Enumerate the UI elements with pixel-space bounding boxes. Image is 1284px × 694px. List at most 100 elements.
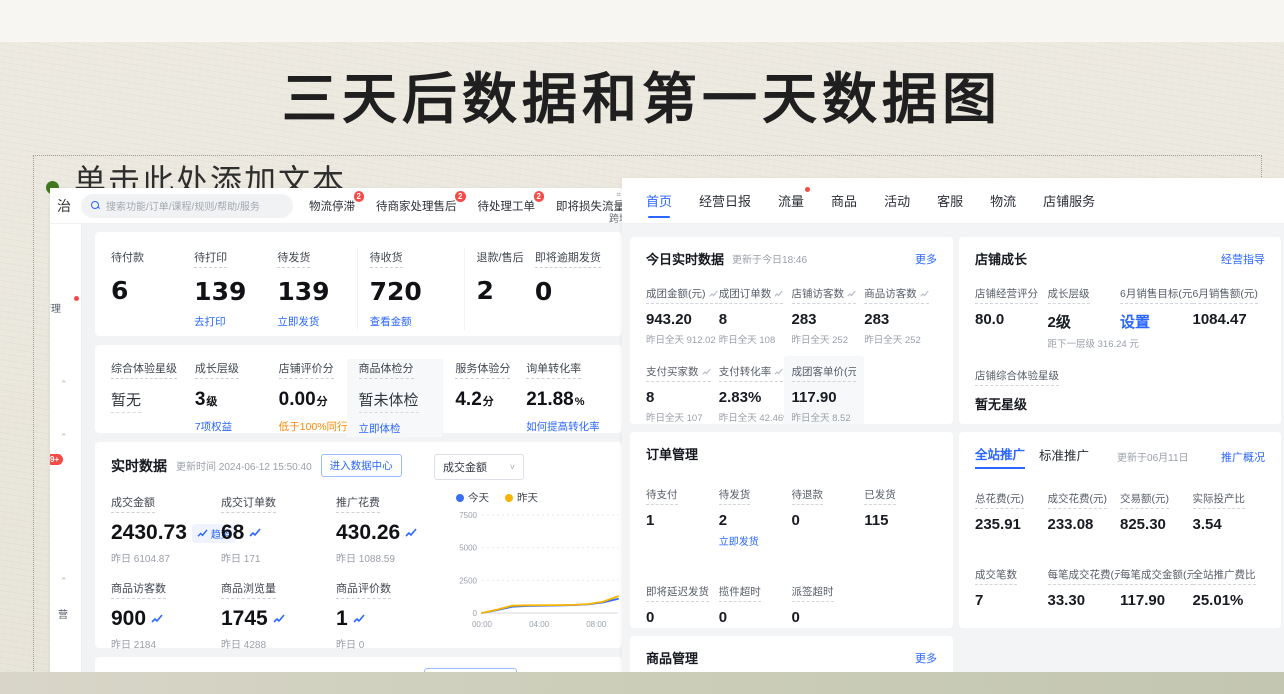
promo-amount-per-deal: 每笔成交金额(元) 117.90	[1120, 565, 1193, 609]
metric-select-dropdown[interactable]: 成交金额 ˅	[434, 454, 524, 480]
tab-products[interactable]: 商品	[831, 178, 857, 224]
sidebar-red-dot	[74, 296, 79, 301]
shop-growth-card: 店铺成长 经营指导 店铺经营评分 80.0 成长层级 2级 距下一层级 316.…	[959, 237, 1281, 424]
metric-ad-spend: 推广花费 430.26 昨日 1088.59	[336, 493, 456, 565]
metric-product-views: 商品浏览量 1745 昨日 4288	[221, 579, 336, 651]
promo-overview-link[interactable]: 推广概况	[1221, 449, 1265, 465]
trend-icon	[847, 290, 856, 298]
go-print-link[interactable]: 去打印	[194, 314, 226, 329]
tab-logistics[interactable]: 物流	[990, 178, 1016, 224]
svg-text:04:00: 04:00	[529, 620, 550, 629]
screenshot-day1-dashboard: 治 搜索功能/订单/课程/规则/帮助/服务 物流停滞2 待商家处理售后2 待处理…	[50, 188, 622, 672]
promo-618-bar: 618大促 大促报名进行中，提报商品抢流量 立即提报商品 进入大促作战室	[95, 657, 622, 672]
trend-icon	[353, 614, 365, 624]
window-corner-icon: ⌗	[616, 190, 621, 200]
view-amount-link[interactable]: 查看金额	[370, 314, 412, 329]
trend-icon	[273, 614, 285, 624]
metric-avg-order-value: 成团客单价(元) 117.90 昨日全天 8.52	[784, 356, 865, 424]
realtime-title: 实时数据	[111, 456, 167, 476]
stat-value: 139	[277, 277, 350, 306]
more-link[interactable]: 更多	[915, 650, 937, 666]
metric-product-visitors: 商品访客数 900 昨日 2184	[111, 579, 221, 651]
trend-icon	[249, 528, 261, 538]
stat-to-print: 待打印 139 去打印	[194, 248, 277, 330]
trend-icon	[920, 290, 929, 298]
stat-value: 暂无	[111, 389, 141, 413]
trend-icon	[774, 368, 783, 376]
left-top-navbar: 治 搜索功能/订单/课程/规则/帮助/服务 物流停滞2 待商家处理售后2 待处理…	[50, 188, 622, 224]
metric-shop-score: 店铺经营评分 80.0	[975, 284, 1048, 350]
promo-transaction-amount: 交易额(元) 825.30	[1120, 489, 1193, 533]
order-pickup-timeout: 揽件超时 0	[719, 582, 792, 626]
product-management-card: 商品管理 更多 在售中 已售罄 已下架	[630, 636, 953, 672]
svg-text:2500: 2500	[459, 576, 477, 585]
trend-icon	[709, 290, 718, 298]
promo-deal-count: 成交笔数 7	[975, 565, 1048, 609]
order-management-card: 订单管理 待支付 1 待发货 2 立即发货 待退款 0 已发货 115	[630, 432, 953, 628]
nav-item-pending-tickets[interactable]: 待处理工单2	[478, 198, 536, 214]
order-delivery-timeout: 派签超时 0	[792, 582, 865, 626]
tab-standard-promo[interactable]: 标准推广	[1039, 445, 1089, 468]
legend-today: 今天	[456, 490, 489, 505]
chevron-up-icon[interactable]: ⌃	[60, 432, 68, 443]
experience-stats-card: 综合体验星级 暂无 成长层级 3级 7项权益 店铺评价分 0.00分 低于100…	[95, 345, 622, 433]
legend-yesterday: 昨天	[505, 490, 538, 505]
search-input[interactable]: 搜索功能/订单/课程/规则/帮助/服务	[81, 194, 293, 218]
tab-traffic[interactable]: 流量	[778, 178, 804, 224]
screenshot-day3-dashboard: 首页 经营日报 流量 商品 活动 客服 物流 店铺服务 今日实时数据 更新于今日…	[622, 178, 1284, 672]
chevron-up-icon[interactable]: ⌃	[60, 576, 68, 587]
tab-home[interactable]: 首页	[646, 178, 672, 224]
business-guide-link[interactable]: 经营指导	[1221, 251, 1265, 267]
tab-activities[interactable]: 活动	[884, 178, 910, 224]
stat-service-score: 服务体验分 4.2分	[442, 359, 526, 437]
legend-dot-today	[456, 494, 464, 502]
sidebar-item-clipped[interactable]: 营	[58, 606, 68, 621]
promo-deal-spend: 成交花费(元) 233.08	[1048, 489, 1121, 533]
right-top-navbar: 首页 经营日报 流量 商品 活动 客服 物流 店铺服务	[622, 178, 1284, 224]
benefits-link[interactable]: 7项权益	[195, 419, 232, 434]
todo-stats-card: 待付款 6 待打印 139 去打印 待发货 139 立即发货 待收货	[95, 232, 622, 336]
tab-daily-report[interactable]: 经营日报	[699, 178, 751, 224]
data-center-button[interactable]: 进入数据中心	[321, 454, 402, 477]
svg-text:00:00: 00:00	[472, 620, 493, 629]
stat-pending-payment: 待付款 6	[111, 248, 194, 330]
slide-canvas: 三天后数据和第一天数据图 单击此处添加文本 治 搜索功能/订单/课程/规则/帮助…	[0, 0, 1284, 694]
stat-value: 139	[194, 277, 271, 306]
today-realtime-card: 今日实时数据 更新于今日18:46 更多 成团金额(元) 943.20 昨日全天…	[630, 237, 953, 424]
metric-pay-conversion: 支付转化率 2.83% 昨日全天 42.46%	[719, 362, 792, 424]
more-link[interactable]: 更多	[915, 251, 937, 267]
ship-now-link[interactable]: 立即发货	[277, 314, 319, 329]
tab-shop-services[interactable]: 店铺服务	[1043, 178, 1095, 224]
left-sidebar: 管理 ⌃ ⌃ 9+ ⌃ 营	[50, 224, 82, 672]
trend-icon	[774, 290, 783, 298]
nav-item-logistics-stalled[interactable]: 物流停滞2	[309, 198, 355, 214]
site-logo-text: 治	[57, 196, 71, 216]
check-now-link[interactable]: 立即体检	[359, 421, 401, 436]
stat-growth-level: 成长层级 3级 7项权益	[195, 359, 279, 437]
improve-conversion-link[interactable]: 如何提高转化率	[526, 419, 600, 434]
left-dashboard-content: 待付款 6 待打印 139 去打印 待发货 139 立即发货 待收货	[82, 224, 622, 672]
trend-icon	[405, 528, 417, 538]
promotion-card: 全站推广 标准推广 更新于06月11日 推广概况 总花费(元) 235.91 成…	[959, 432, 1281, 628]
set-target-link[interactable]: 设置	[1120, 311, 1193, 332]
ship-now-link[interactable]: 立即发货	[719, 533, 792, 548]
below-peers-warning: 低于100%同行	[279, 419, 348, 434]
promo-cost-per-deal: 每笔成交花费(元) 33.30	[1048, 565, 1121, 609]
chart-legend: 今天 昨天	[456, 490, 622, 505]
stat-product-check: 商品体检分 暂未体检 立即体检	[347, 359, 443, 437]
promo-roi: 实际投产比 3.54	[1193, 489, 1266, 533]
metric-growth-level: 成长层级 2级 距下一层级 316.24 元	[1048, 284, 1121, 350]
badge-count: 2	[534, 191, 544, 202]
nav-item-pending-aftersale[interactable]: 待商家处理售后2	[376, 198, 457, 214]
trend-icon	[702, 368, 711, 376]
tab-customer-service[interactable]: 客服	[937, 178, 963, 224]
tab-sitewide-promo[interactable]: 全站推广	[975, 444, 1025, 469]
page-title: 三天后数据和第一天数据图	[0, 54, 1284, 134]
metric-product-reviews: 商品评价数 1 昨日 0	[336, 579, 456, 651]
chevron-up-icon[interactable]: ⌃	[60, 379, 68, 390]
order-delay-soon: 即将延迟发货 0	[646, 582, 719, 626]
stat-experience-star: 综合体验星级 暂无	[111, 359, 195, 437]
sidebar-item-manage[interactable]: 管理	[50, 300, 61, 315]
bottom-band	[0, 672, 1284, 694]
stat-value: 720	[370, 277, 458, 306]
